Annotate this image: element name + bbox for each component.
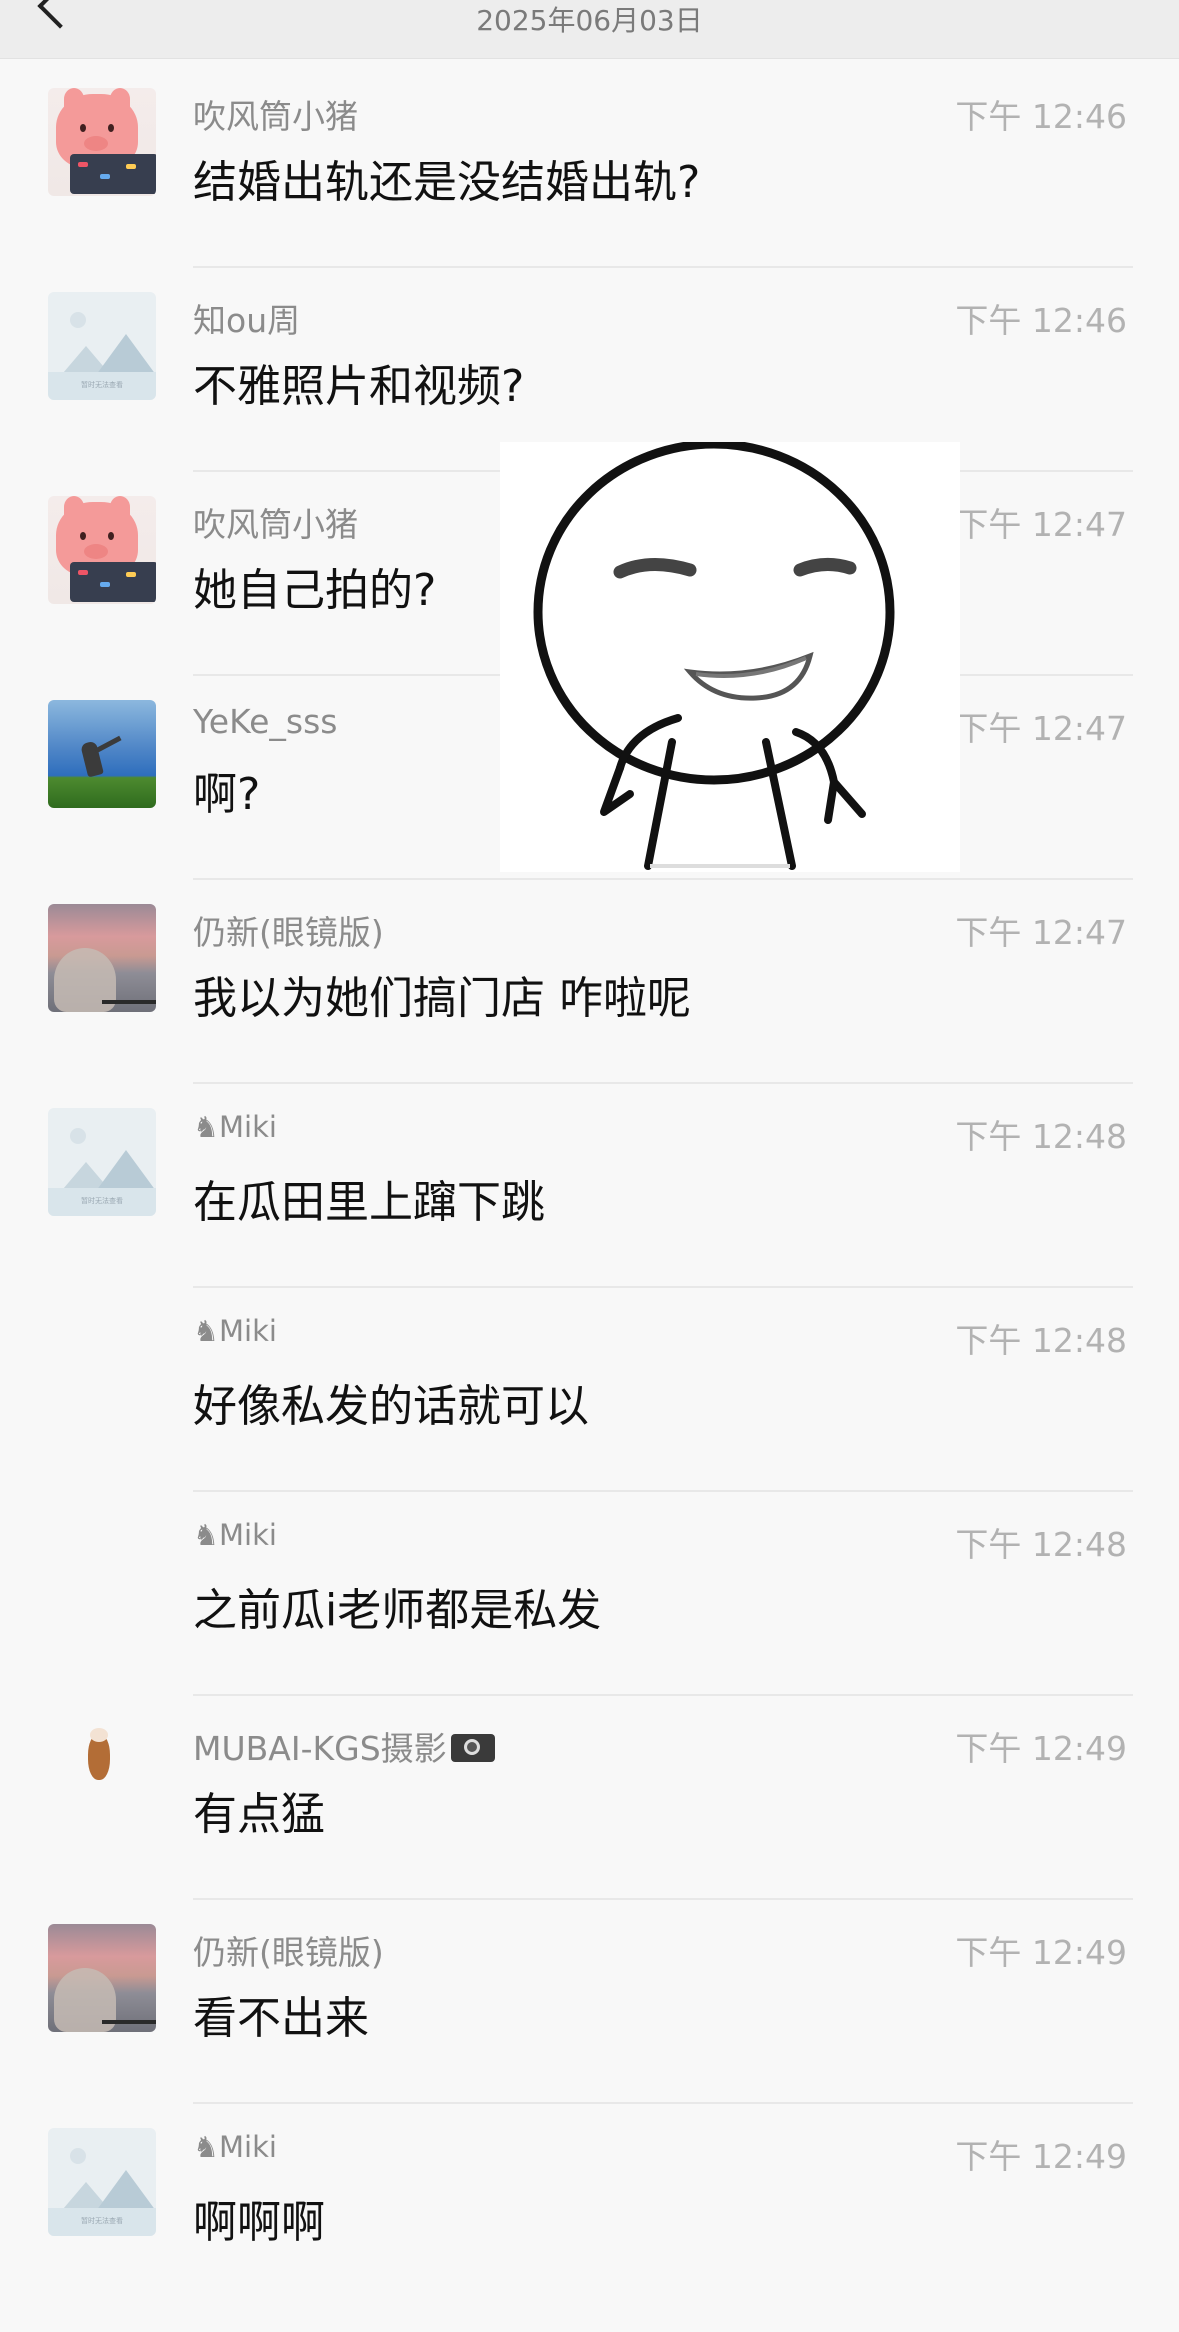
sender-name: 吹风筒小猪 bbox=[193, 97, 358, 136]
sender-name: ♞Miki bbox=[193, 2130, 277, 2164]
message-time: 下午 12:48 bbox=[955, 1117, 1127, 1156]
placeholder-caption: 暂时无法查看 bbox=[81, 2217, 123, 2225]
sender-name: YeKe_sss bbox=[193, 702, 338, 741]
sender-name: MUBAI-KGS摄影 bbox=[193, 1722, 495, 1770]
message-time: 下午 12:49 bbox=[955, 2137, 1127, 2176]
message-time: 下午 12:49 bbox=[955, 1933, 1127, 1972]
message-time: 下午 12:48 bbox=[955, 1321, 1127, 1360]
divider bbox=[193, 1898, 1133, 1900]
message-time: 下午 12:46 bbox=[955, 301, 1127, 340]
message-time: 下午 12:49 bbox=[955, 1729, 1127, 1768]
message-text: 之前瓜i老师都是私发 bbox=[193, 1585, 602, 1636]
divider bbox=[193, 1694, 1133, 1696]
sender-name: ♞Miki bbox=[193, 1110, 277, 1144]
message-row[interactable]: MUBAI-KGS摄影 下午 12:49 有点猛 bbox=[0, 1720, 1179, 1924]
message-text: 在瓜田里上蹿下跳 bbox=[193, 1177, 545, 1228]
message-row[interactable]: 暂时无法查看 ♞Miki 下午 12:48 在瓜田里上蹿下跳 bbox=[0, 1108, 1179, 1312]
divider bbox=[193, 1082, 1133, 1084]
message-text: 啊啊啊 bbox=[193, 2197, 325, 2248]
sender-name: ♞Miki bbox=[193, 1314, 277, 1348]
message-text: 我以为她们搞门店 咋啦呢 bbox=[193, 973, 691, 1024]
divider bbox=[193, 2102, 1133, 2104]
sender-name: 知ou周 bbox=[193, 301, 301, 340]
message-row[interactable]: 暂时无法查看 ♞Miki 下午 12:49 啊啊啊 bbox=[0, 2128, 1179, 2332]
message-time: 下午 12:47 bbox=[955, 505, 1127, 544]
divider bbox=[193, 1286, 1133, 1288]
message-text: 好像私发的话就可以 bbox=[193, 1381, 589, 1432]
message-time: 下午 12:47 bbox=[955, 913, 1127, 952]
top-bar: 2025年06月03日 bbox=[0, 0, 1179, 59]
message-time: 下午 12:48 bbox=[955, 1525, 1127, 1564]
sender-name: 仍新(眼镜版) bbox=[193, 1933, 384, 1972]
message-text: 结婚出轨还是没结婚出轨? bbox=[193, 157, 701, 208]
message-text: 她自己拍的? bbox=[193, 565, 437, 616]
message-row[interactable]: 仍新(眼镜版) 下午 12:49 看不出来 bbox=[0, 1924, 1179, 2128]
message-text: 不雅照片和视频? bbox=[193, 361, 525, 412]
sender-name: ♞Miki bbox=[193, 1518, 277, 1552]
divider bbox=[193, 266, 1133, 268]
avatar[interactable] bbox=[48, 904, 156, 1012]
header-date: 2025年06月03日 bbox=[476, 4, 703, 37]
camera-icon bbox=[450, 1734, 495, 1762]
avatar[interactable]: 暂时无法查看 bbox=[48, 1108, 156, 1216]
placeholder-caption: 暂时无法查看 bbox=[81, 381, 123, 389]
placeholder-caption: 暂时无法查看 bbox=[81, 1197, 123, 1205]
avatar[interactable] bbox=[48, 496, 156, 604]
message-text: 啊? bbox=[193, 769, 261, 820]
avatar[interactable] bbox=[48, 1720, 156, 1828]
avatar[interactable] bbox=[48, 700, 156, 808]
avatar[interactable]: 暂时无法查看 bbox=[48, 2128, 156, 2236]
avatar[interactable] bbox=[48, 88, 156, 196]
message-time: 下午 12:47 bbox=[955, 709, 1127, 748]
message-row[interactable]: ♞Miki 下午 12:48 好像私发的话就可以 bbox=[0, 1312, 1179, 1516]
avatar[interactable] bbox=[48, 1924, 156, 2032]
message-text: 看不出来 bbox=[193, 1993, 369, 2044]
message-row[interactable]: ♞Miki 下午 12:48 之前瓜i老师都是私发 bbox=[0, 1516, 1179, 1720]
smirking-face-sticker bbox=[500, 439, 960, 872]
avatar[interactable]: 暂时无法查看 bbox=[48, 292, 156, 400]
divider bbox=[193, 878, 1133, 880]
sender-name: 仍新(眼镜版) bbox=[193, 913, 384, 952]
message-text: 有点猛 bbox=[193, 1789, 325, 1840]
divider bbox=[193, 1490, 1133, 1492]
message-row[interactable]: 仍新(眼镜版) 下午 12:47 我以为她们搞门店 咋啦呢 bbox=[0, 904, 1179, 1108]
message-row[interactable]: 吹风筒小猪 下午 12:46 结婚出轨还是没结婚出轨? bbox=[0, 88, 1179, 292]
message-time: 下午 12:46 bbox=[955, 97, 1127, 136]
sender-name: 吹风筒小猪 bbox=[193, 505, 358, 544]
